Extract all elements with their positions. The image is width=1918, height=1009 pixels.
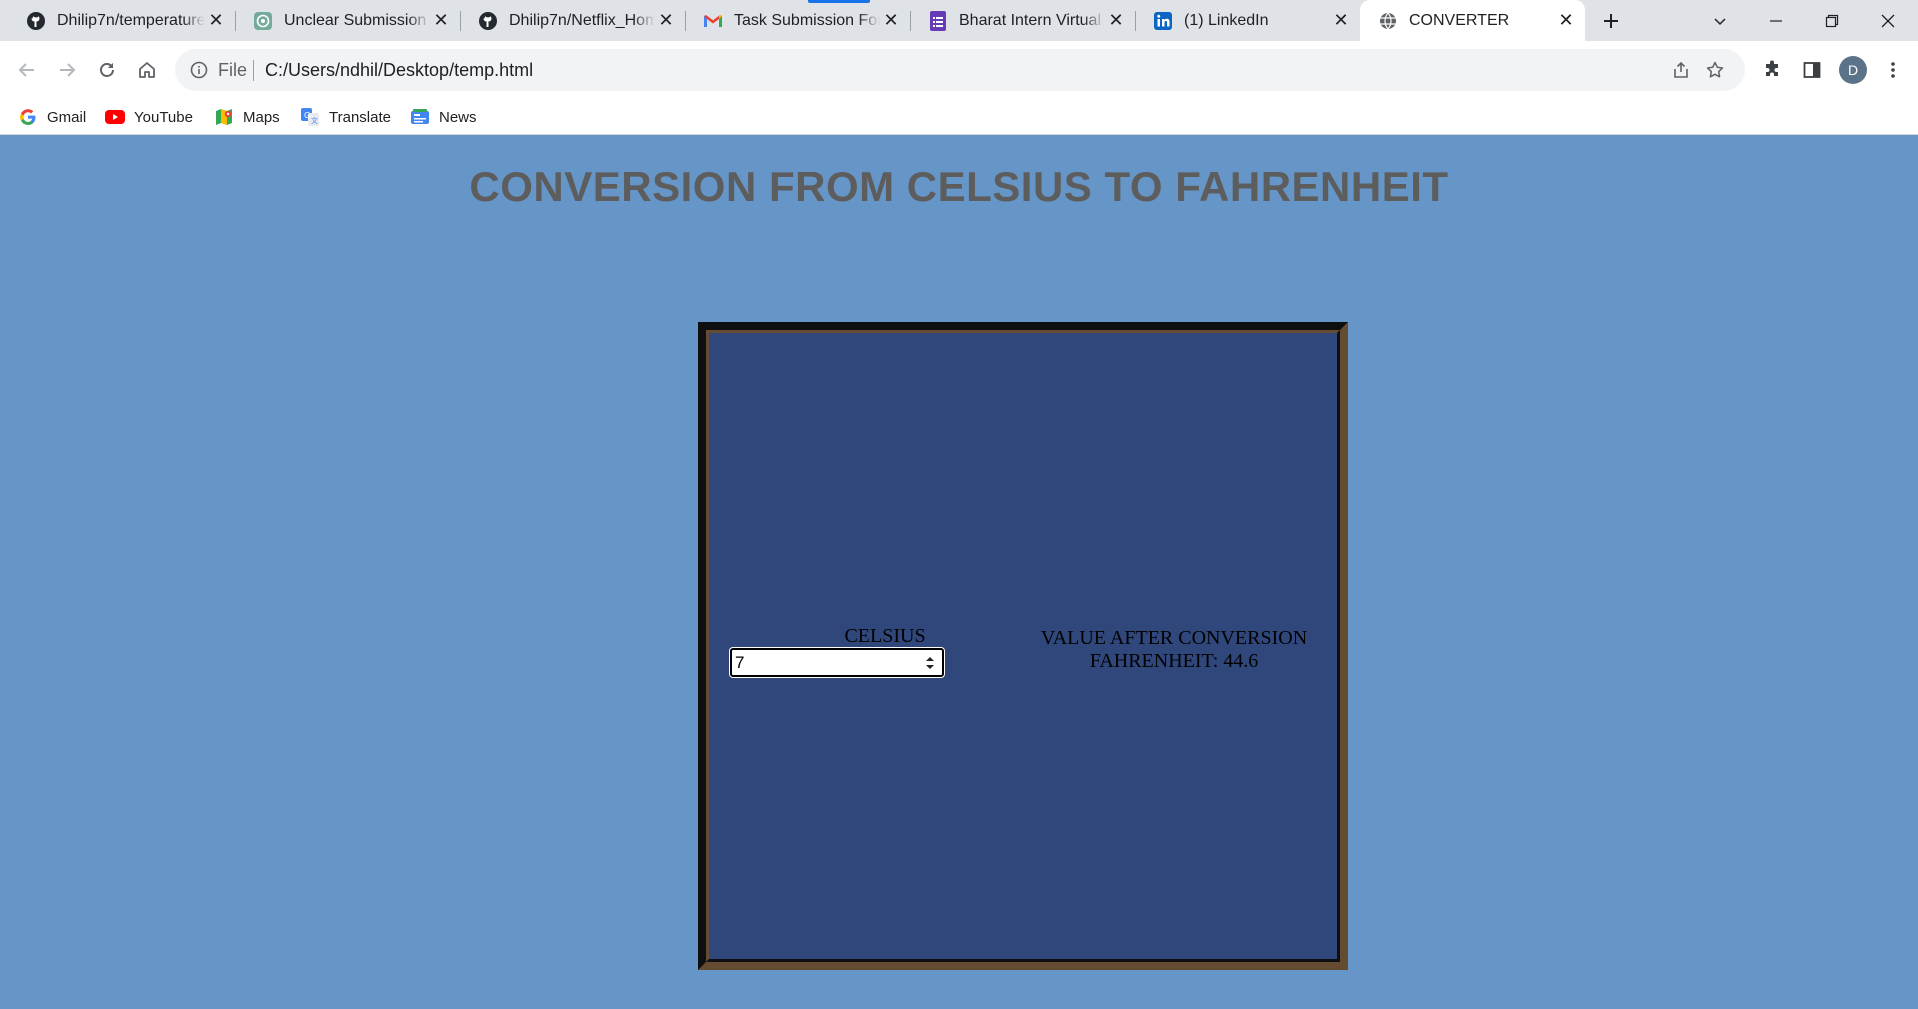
bookmark-label: Gmail bbox=[47, 108, 87, 126]
minimize-icon bbox=[1770, 19, 1782, 22]
linkedin-icon bbox=[1153, 11, 1173, 31]
close-icon[interactable]: ✕ bbox=[1330, 10, 1352, 32]
tab-converter[interactable]: CONVERTER ✕ bbox=[1360, 0, 1585, 41]
tab-linkedin[interactable]: (1) LinkedIn ✕ bbox=[1135, 0, 1360, 41]
tab-github-temperature[interactable]: Dhilip7n/temperature ✕ bbox=[8, 0, 235, 41]
tab-bharat-intern[interactable]: Bharat Intern Virtual I ✕ bbox=[910, 0, 1135, 41]
github-icon bbox=[26, 11, 46, 31]
page-viewport: CONVERSION FROM CELSIUS TO FAHRENHEIT CE… bbox=[0, 136, 1918, 1009]
celsius-input[interactable]: 7 bbox=[730, 648, 944, 677]
gmail-icon bbox=[703, 11, 723, 31]
bookmark-maps[interactable]: Maps bbox=[214, 99, 280, 135]
bookmark-label: YouTube bbox=[134, 108, 193, 126]
conversion-result: VALUE AFTER CONVERSION FAHRENHEIT: 44.6 bbox=[1009, 627, 1339, 673]
celsius-input-value: 7 bbox=[735, 653, 745, 672]
reload-button[interactable] bbox=[90, 53, 124, 87]
bookmark-translate[interactable]: G文 Translate bbox=[300, 99, 391, 135]
close-icon[interactable]: ✕ bbox=[1105, 10, 1127, 32]
spinner-arrows-icon[interactable] bbox=[923, 654, 937, 672]
bookmark-label: Maps bbox=[243, 108, 280, 126]
browser-toolbar: File C:/Users/ndhil/Desktop/temp.html D bbox=[0, 41, 1918, 99]
back-button[interactable] bbox=[10, 53, 44, 87]
close-icon[interactable]: ✕ bbox=[205, 10, 227, 32]
side-panel-icon bbox=[1803, 62, 1821, 78]
share-icon[interactable] bbox=[1669, 58, 1693, 82]
kebab-menu-icon bbox=[1891, 62, 1895, 78]
tab-strip: Dhilip7n/temperature ✕ Unclear Submissio… bbox=[0, 0, 1918, 41]
puzzle-icon bbox=[1766, 60, 1778, 76]
close-icon[interactable]: ✕ bbox=[655, 10, 677, 32]
bookmark-gmail[interactable]: Gmail bbox=[18, 99, 86, 135]
celsius-label: CELSIUS bbox=[844, 625, 926, 647]
result-heading: VALUE AFTER CONVERSION bbox=[1040, 627, 1308, 649]
side-panel-button[interactable] bbox=[1795, 53, 1829, 87]
tab-unclear-submission[interactable]: Unclear Submission R ✕ bbox=[235, 0, 460, 41]
globe-icon bbox=[1378, 11, 1398, 31]
close-icon[interactable]: ✕ bbox=[1555, 10, 1577, 32]
close-icon bbox=[1881, 14, 1895, 27]
tab-title: Task Submission Form bbox=[734, 11, 880, 29]
svg-text:文: 文 bbox=[311, 116, 318, 125]
bookmark-news[interactable]: News bbox=[410, 99, 477, 135]
forward-button[interactable] bbox=[50, 53, 84, 87]
extensions-button[interactable] bbox=[1755, 53, 1789, 87]
tab-gmail-task-submission[interactable]: Task Submission Form ✕ bbox=[685, 0, 910, 41]
google-icon bbox=[18, 107, 38, 127]
page-title: CONVERSION FROM CELSIUS TO FAHRENHEIT bbox=[469, 163, 1449, 210]
new-tab-button[interactable] bbox=[1598, 8, 1624, 34]
tab-title: CONVERTER bbox=[1409, 11, 1510, 29]
close-window-button[interactable] bbox=[1860, 0, 1916, 41]
news-icon bbox=[410, 107, 430, 127]
address-divider bbox=[253, 60, 254, 81]
close-icon[interactable]: ✕ bbox=[880, 10, 902, 32]
tab-title: Bharat Intern Virtual I bbox=[959, 11, 1105, 29]
url-text[interactable]: C:/Users/ndhil/Desktop/temp.html bbox=[265, 60, 533, 81]
bookmark-youtube[interactable]: YouTube bbox=[105, 99, 193, 135]
converter-panel: CELSIUS 7 VALUE AFTER CONVERSION FAHRENH… bbox=[698, 322, 1348, 970]
close-icon[interactable]: ✕ bbox=[430, 10, 452, 32]
chevron-down-icon bbox=[1714, 17, 1726, 25]
tab-search-button[interactable] bbox=[1692, 0, 1748, 41]
bookmark-label: News bbox=[439, 108, 477, 126]
google-forms-icon bbox=[928, 10, 948, 31]
translate-icon: G文 bbox=[300, 107, 320, 127]
restore-icon bbox=[1825, 14, 1839, 27]
info-icon[interactable] bbox=[189, 60, 209, 80]
home-button[interactable] bbox=[130, 53, 164, 87]
chatgpt-icon bbox=[253, 11, 273, 31]
home-icon bbox=[139, 62, 155, 78]
restore-button[interactable] bbox=[1804, 0, 1860, 41]
tab-title: Unclear Submission R bbox=[284, 11, 430, 29]
bookmarks-bar: Gmail YouTube Maps G文 Translate News bbox=[0, 99, 1918, 135]
youtube-icon bbox=[105, 107, 125, 127]
tab-title: Dhilip7n/temperature bbox=[57, 11, 205, 29]
url-scheme-label: File bbox=[218, 60, 248, 80]
minimize-button[interactable] bbox=[1748, 0, 1804, 41]
plus-icon bbox=[1604, 14, 1618, 28]
tab-title: Dhilip7n/Netflix_Hom bbox=[509, 11, 655, 29]
tab-title: (1) LinkedIn bbox=[1184, 11, 1269, 29]
arrow-left-icon bbox=[18, 63, 34, 77]
reload-icon bbox=[100, 63, 114, 77]
tab-github-netflix[interactable]: Dhilip7n/Netflix_Hom ✕ bbox=[460, 0, 685, 41]
bookmark-star-icon[interactable] bbox=[1703, 58, 1727, 82]
github-icon bbox=[478, 11, 498, 31]
address-bar[interactable]: File C:/Users/ndhil/Desktop/temp.html bbox=[175, 49, 1745, 91]
svg-text:G: G bbox=[304, 111, 310, 120]
maps-icon bbox=[214, 107, 234, 127]
bookmark-label: Translate bbox=[329, 108, 391, 126]
arrow-right-icon bbox=[60, 63, 76, 77]
menu-button[interactable] bbox=[1876, 53, 1910, 87]
fahrenheit-value: FAHRENHEIT: 44.6 bbox=[1089, 650, 1259, 672]
profile-avatar[interactable]: D bbox=[1839, 56, 1867, 84]
